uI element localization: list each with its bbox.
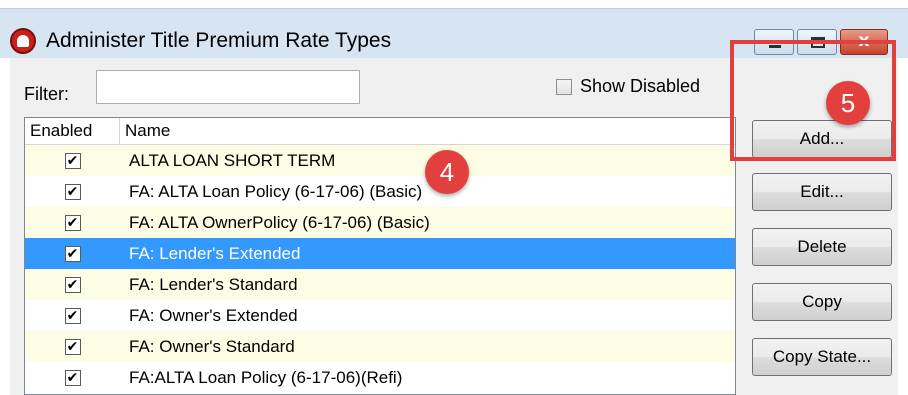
enabled-checkbox[interactable]: ✔ [64,276,81,293]
name-cell: FA: Owner's Standard [129,336,295,356]
table-row[interactable]: ✔ FA: Owner's Standard [25,331,735,362]
copy-button[interactable]: Copy [752,283,892,321]
annotation-step-5-badge: 5 [826,81,870,125]
grid-rows: ✔ ALTA LOAN SHORT TERM ✔ FA: ALTA Loan Poli… [25,145,735,393]
name-cell: FA: ALTA OwnerPolicy (6-17-06) (Basic) [129,212,430,232]
table-row[interactable]: ✔ FA: Owner's Extended [25,300,735,331]
annotation-highlight-box [730,40,896,161]
enabled-checkbox[interactable]: ✔ [64,369,81,386]
show-disabled-label: Show Disabled [580,76,701,96]
enabled-cell: ✔ [25,183,120,200]
grid-header: Enabled Name [25,118,735,145]
enabled-checkbox[interactable]: ✔ [64,245,81,262]
name-cell: FA: Lender's Extended [129,243,301,263]
show-disabled-checkbox[interactable] [556,78,572,95]
app-icon [10,28,36,54]
filter-label: Filter: [24,84,69,104]
enabled-checkbox[interactable]: ✔ [64,307,81,324]
name-cell: ALTA LOAN SHORT TERM [129,150,336,170]
name-cell: FA: Lender's Standard [129,274,298,294]
name-cell: FA: ALTA Loan Policy (6-17-06) (Basic) [129,181,423,201]
dialog-window: Administer Title Premium Rate Types x Fi… [0,0,908,395]
enabled-cell: ✔ [25,152,120,169]
show-disabled-option[interactable]: Show Disabled [556,76,700,97]
name-cell: FA: Owner's Extended [129,305,298,325]
copy-state-button[interactable]: Copy State... [752,338,892,376]
window-title: Administer Title Premium Rate Types [46,29,392,52]
table-row[interactable]: ✔ FA: Lender's Extended [25,238,735,269]
enabled-checkbox[interactable]: ✔ [64,214,81,231]
enabled-cell: ✔ [25,307,120,324]
enabled-cell: ✔ [25,245,120,262]
enabled-checkbox[interactable]: ✔ [64,183,81,200]
enabled-cell: ✔ [25,276,120,293]
annotation-step-4-badge: 4 [425,150,469,194]
edit-button[interactable]: Edit... [752,173,892,211]
delete-button[interactable]: Delete [752,228,892,266]
table-row[interactable]: ✔ ALTA LOAN SHORT TERM [25,145,735,176]
enabled-checkbox[interactable]: ✔ [64,152,81,169]
name-cell: FA:ALTA Loan Policy (6-17-06)(Refi) [129,367,403,387]
table-row[interactable]: ✔ FA: ALTA Loan Policy (6-17-06) (Basic) [25,176,735,207]
filter-input[interactable] [96,70,360,104]
column-header-enabled[interactable]: Enabled [25,118,120,144]
column-header-name[interactable]: Name [120,118,735,144]
rate-types-grid[interactable]: Enabled Name ✔ ALTA LOAN SHORT TERM ✔ FA: A… [24,117,736,395]
enabled-cell: ✔ [25,338,120,355]
table-row[interactable]: ✔ FA: Lender's Standard [25,269,735,300]
enabled-cell: ✔ [25,214,120,231]
table-row[interactable]: ✔ FA: ALTA OwnerPolicy (6-17-06) (Basic) [25,207,735,238]
table-row[interactable]: ✔ FA:ALTA Loan Policy (6-17-06)(Refi) [25,362,735,393]
enabled-checkbox[interactable]: ✔ [64,338,81,355]
enabled-cell: ✔ [25,369,120,386]
